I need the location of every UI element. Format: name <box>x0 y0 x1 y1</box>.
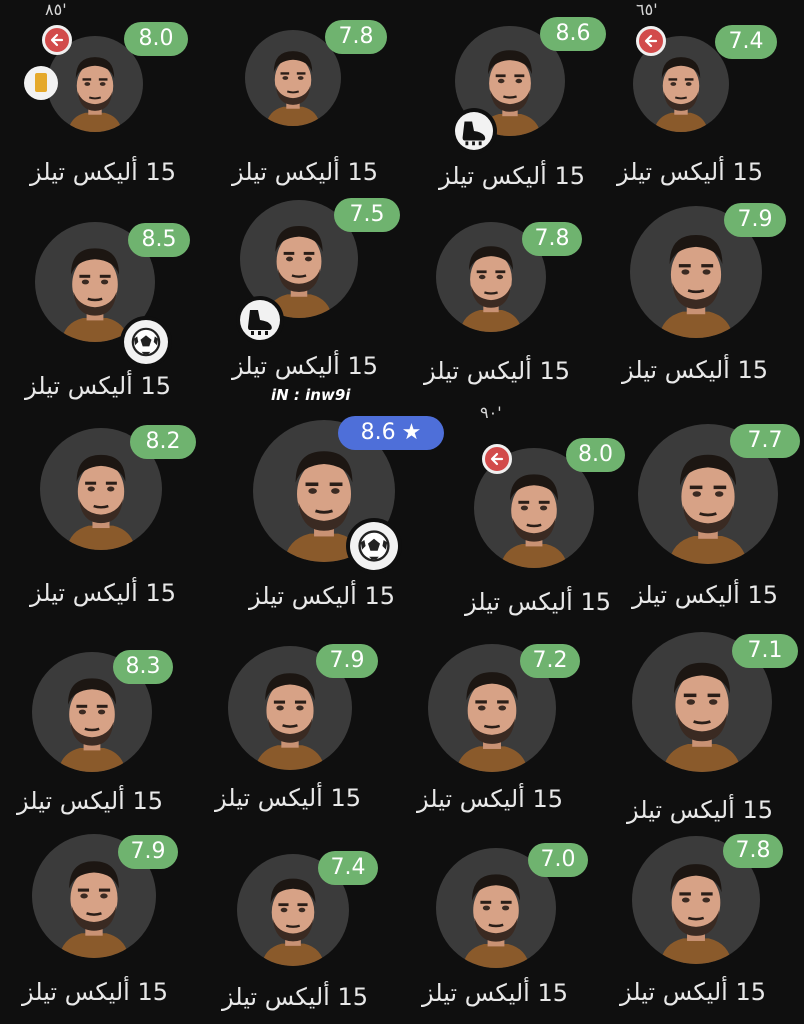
rating-value: 7.9 <box>737 207 773 232</box>
player-name: 15 أليكس تيلز <box>215 784 361 812</box>
rating-value: 7.8 <box>534 226 570 251</box>
player-name: 15 أليكس تيلز <box>249 582 395 610</box>
rating-value: 7.9 <box>329 648 365 673</box>
star-icon: ★ <box>401 420 422 445</box>
substitution-minute: ٨٥' <box>45 0 67 19</box>
rating-badge: 7.4 <box>318 851 378 885</box>
boot-icon <box>455 112 493 150</box>
rating-value: 8.2 <box>145 429 181 454</box>
substitution-minute: ٦٥' <box>636 0 658 19</box>
substitution-off-icon <box>636 26 666 56</box>
rating-badge: 7.1 <box>732 634 798 668</box>
player-name: 15 أليكس تيلز <box>627 796 773 824</box>
soccer-ball-icon <box>350 522 398 570</box>
rating-badge: 7.8 <box>325 20 387 54</box>
rating-value: 8.0 <box>138 26 174 51</box>
rating-value: 7.2 <box>532 648 568 673</box>
rating-value: 7.8 <box>338 24 374 49</box>
player-name: 15 أليكس تيلز <box>30 158 176 186</box>
rating-badge: 7.9 <box>316 644 378 678</box>
rating-value: 7.4 <box>728 29 764 54</box>
player-name: 15 أليكس تيلز <box>232 352 378 380</box>
rating-value: 8.6 <box>555 21 591 46</box>
rating-badge: 7.9 <box>118 835 178 869</box>
player-name: 15 أليكس تيلز <box>622 356 768 384</box>
rating-value: 7.7 <box>747 428 783 453</box>
player-name: 15 أليكس تيلز <box>424 357 570 385</box>
rating-badge: 8.2 <box>130 425 196 459</box>
rating-badge: 7.0 <box>528 843 588 877</box>
player-name: 15 أليكس تيلز <box>617 158 763 186</box>
rating-value: 7.8 <box>735 838 771 863</box>
substitution-off-icon <box>42 25 72 55</box>
rating-badge: 7.2 <box>520 644 580 678</box>
rating-badge: 7.8 <box>723 834 783 868</box>
rating-value: 7.0 <box>540 847 576 872</box>
rating-badge: 7.9 <box>724 203 786 237</box>
rating-value: 8.5 <box>141 227 177 252</box>
rating-badge: 8.5 <box>128 223 190 257</box>
rating-value: 7.4 <box>330 855 366 880</box>
rating-value: 7.9 <box>130 839 166 864</box>
player-name: 15 أليكس تيلز <box>439 162 585 190</box>
player-name: 15 أليكس تيلز <box>465 588 611 616</box>
rating-value: 8.0 <box>578 442 613 467</box>
player-name: 15 أليكس تيلز <box>417 785 563 813</box>
watermark: iN : inw9i <box>271 386 351 404</box>
rating-badge: 7.4 <box>715 25 777 59</box>
soccer-ball-icon <box>124 320 168 364</box>
rating-badge: 8.6 ★ <box>338 416 444 450</box>
rating-badge: 8.0 <box>124 22 188 56</box>
rating-badge: 8.6 <box>540 17 606 51</box>
rating-value: 7.1 <box>747 638 783 663</box>
substitution-off-icon <box>482 444 512 474</box>
rating-badge: 7.8 <box>522 222 582 256</box>
rating-badge: 7.5 <box>334 198 400 232</box>
rating-value: 7.5 <box>349 202 385 227</box>
player-name: 15 أليكس تيلز <box>632 581 778 609</box>
yellow-card-icon <box>24 66 58 100</box>
player-name: 15 أليكس تيلز <box>25 372 171 400</box>
player-name: 15 أليكس تيلز <box>17 787 163 815</box>
player-name: 15 أليكس تيلز <box>620 978 766 1006</box>
player-name: 15 أليكس تيلز <box>232 158 378 186</box>
rating-badge: 8.3 <box>113 650 173 684</box>
player-name: 15 أليكس تيلز <box>222 983 368 1011</box>
rating-badge: 8.0 <box>566 438 625 472</box>
rating-value: 8.6 <box>360 420 396 445</box>
player-name: 15 أليكس تيلز <box>422 979 568 1007</box>
substitution-minute: ٩٠' <box>480 403 502 422</box>
player-name: 15 أليكس تيلز <box>30 579 176 607</box>
rating-value: 8.3 <box>125 654 161 679</box>
player-name: 15 أليكس تيلز <box>22 978 168 1006</box>
rating-badge: 7.7 <box>730 424 800 458</box>
boot-icon <box>240 300 280 340</box>
